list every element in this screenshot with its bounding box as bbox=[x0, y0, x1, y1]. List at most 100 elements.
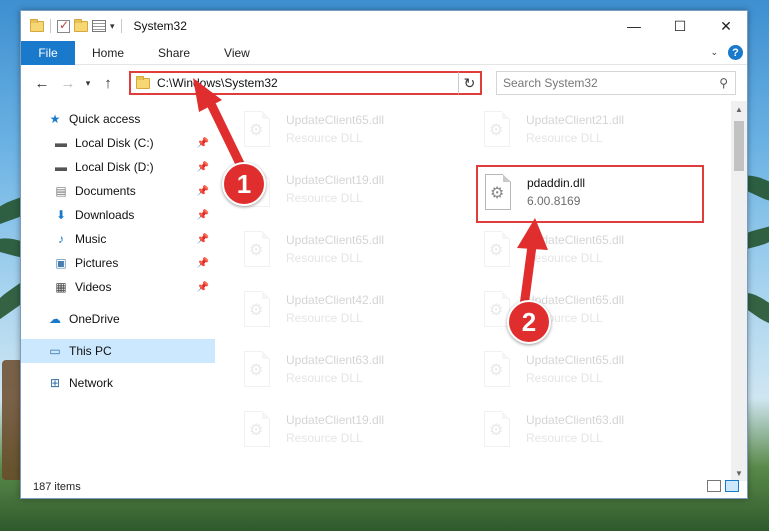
drive-icon: ▬ bbox=[55, 160, 67, 174]
sidebar-item-label: Downloads bbox=[75, 208, 135, 222]
maximize-icon[interactable]: ☐ bbox=[657, 11, 703, 41]
refresh-icon[interactable]: ↻ bbox=[458, 71, 482, 95]
sidebar-item-label: OneDrive bbox=[69, 312, 120, 326]
file-name: UpdateClient19.dll bbox=[286, 413, 385, 427]
address-bar[interactable]: C:\Windows\System32 ⌄ bbox=[129, 71, 480, 95]
file-item[interactable]: ⚙ UpdateClient19.dllResource DLL bbox=[240, 409, 470, 459]
sidebar-item-pictures[interactable]: ▣ Pictures 📌 bbox=[21, 251, 215, 275]
scroll-up-icon[interactable]: ▲ bbox=[731, 101, 747, 117]
sidebar-item-label: Quick access bbox=[69, 112, 141, 126]
close-icon[interactable]: ✕ bbox=[703, 11, 747, 41]
sidebar-item-this-pc[interactable]: ▭ This PC bbox=[21, 339, 215, 363]
sidebar-item-label: This PC bbox=[69, 344, 112, 358]
file-name: UpdateClient65.dll bbox=[526, 233, 625, 247]
pin-icon[interactable]: 📌 bbox=[197, 282, 209, 293]
sidebar-item-onedrive[interactable]: ☁ OneDrive bbox=[21, 307, 215, 331]
file-name: UpdateClient63.dll bbox=[526, 413, 625, 427]
ribbon-tabs: File Home Share View ⌄ ? bbox=[21, 40, 747, 65]
callout-badge-2: 2 bbox=[507, 300, 551, 344]
details-view-icon[interactable] bbox=[707, 480, 721, 492]
tab-home[interactable]: Home bbox=[75, 46, 141, 60]
folder-icon bbox=[30, 18, 44, 32]
window-title: System32 bbox=[133, 19, 187, 33]
vertical-scrollbar[interactable]: ▲ ▼ bbox=[731, 101, 747, 481]
star-icon: ★ bbox=[49, 112, 61, 126]
music-icon: ♪ bbox=[58, 232, 64, 246]
search-input[interactable]: Search System32 ⚲ bbox=[496, 71, 736, 95]
file-description: Resource DLL bbox=[526, 251, 603, 265]
pin-icon[interactable]: 📌 bbox=[197, 258, 209, 269]
file-item[interactable]: ⚙ UpdateClient63.dll Resource DLL bbox=[480, 409, 710, 459]
sidebar-item-quick-access[interactable]: ★ Quick access bbox=[21, 107, 215, 131]
sidebar-item-network[interactable]: ⊞ Network bbox=[21, 371, 215, 395]
search-icon: ⚲ bbox=[719, 76, 728, 90]
file-item[interactable]: ⚙ UpdateClient65.dll Resource DLL bbox=[240, 229, 470, 279]
network-icon: ⊞ bbox=[49, 376, 61, 390]
tiles-view-icon[interactable] bbox=[725, 480, 739, 492]
address-path: C:\Windows\System32 bbox=[157, 76, 278, 90]
title-bar: ▾ System32 — ☐ ✕ bbox=[21, 11, 747, 41]
up-arrow-icon[interactable]: ↑ bbox=[95, 75, 121, 92]
navigation-pane: ★ Quick access ▬ Local Disk (C:) 📌 ▬ Loc… bbox=[21, 107, 215, 469]
tab-view[interactable]: View bbox=[207, 46, 267, 60]
documents-icon: ▤ bbox=[55, 184, 67, 198]
file-description: Resource DLL bbox=[526, 131, 603, 145]
file-description: Resource DLL bbox=[286, 131, 363, 145]
expand-ribbon-icon[interactable]: ⌄ bbox=[710, 47, 718, 58]
tab-file[interactable]: File bbox=[21, 40, 75, 65]
sidebar-item-local-disk-c[interactable]: ▬ Local Disk (C:) 📌 bbox=[21, 131, 215, 155]
pin-icon[interactable]: 📌 bbox=[197, 162, 209, 173]
help-icon[interactable]: ? bbox=[728, 45, 743, 60]
item-count: 187 items bbox=[33, 481, 81, 493]
forward-arrow-icon[interactable]: → bbox=[55, 75, 81, 92]
videos-icon: ▦ bbox=[55, 280, 67, 294]
pin-icon[interactable]: 📌 bbox=[197, 210, 209, 221]
file-item[interactable]: ⚙ UpdateClient42.dll Resource DLL bbox=[240, 289, 470, 339]
file-item[interactable]: ⚙ UpdateClient21.dll Resource DLL bbox=[480, 109, 710, 159]
minimize-icon[interactable]: — bbox=[611, 11, 657, 41]
new-folder-icon[interactable] bbox=[74, 18, 88, 32]
search-placeholder: Search System32 bbox=[503, 76, 598, 90]
dll-file-icon: ⚙ bbox=[240, 229, 274, 271]
view-properties-icon[interactable] bbox=[92, 20, 106, 32]
status-bar: 187 items bbox=[21, 476, 747, 498]
file-item[interactable]: ⚙ UpdateClient19.dllResource DLL bbox=[240, 169, 470, 219]
sidebar-item-local-disk-d[interactable]: ▬ Local Disk (D:) 📌 bbox=[21, 155, 215, 179]
cloud-icon: ☁ bbox=[49, 312, 61, 326]
file-item[interactable]: ⚙ UpdateClient65.dll Resource DLL bbox=[480, 229, 710, 279]
dll-file-icon: ⚙ bbox=[480, 229, 514, 271]
dll-file-icon: ⚙ bbox=[240, 289, 274, 331]
dll-file-icon: ⚙ bbox=[480, 349, 514, 391]
file-item[interactable]: ⚙ UpdateClient65.dll Resource DLL bbox=[480, 349, 710, 399]
drive-icon: ▬ bbox=[55, 136, 67, 150]
pin-icon[interactable]: 📌 bbox=[197, 234, 209, 245]
pin-icon[interactable]: 📌 bbox=[197, 138, 209, 149]
properties-check-icon[interactable] bbox=[57, 18, 70, 33]
recent-locations-chevron-icon[interactable]: ▾ bbox=[81, 78, 95, 89]
pin-icon[interactable]: 📌 bbox=[197, 186, 209, 197]
dll-file-icon: ⚙ bbox=[481, 172, 515, 214]
file-item-pdaddin[interactable]: ⚙ pdaddin.dll 6.00.8169 bbox=[476, 165, 704, 223]
quick-access-toolbar: ▾ bbox=[21, 18, 124, 33]
sidebar-item-music[interactable]: ♪ Music 📌 bbox=[21, 227, 215, 251]
toolbar-separator bbox=[120, 19, 122, 33]
window-controls: — ☐ ✕ bbox=[611, 11, 747, 41]
file-item[interactable]: ⚙ UpdateClient65.dll Resource DLL bbox=[240, 109, 470, 159]
sidebar-item-label: Local Disk (D:) bbox=[75, 160, 154, 174]
file-name: UpdateClient65.dll bbox=[526, 353, 625, 367]
sidebar-item-videos[interactable]: ▦ Videos 📌 bbox=[21, 275, 215, 299]
scroll-thumb[interactable] bbox=[734, 121, 744, 171]
file-description: Resource DLL bbox=[526, 371, 603, 385]
navigation-bar: ← → ▾ ↑ C:\Windows\System32 ⌄ ↻ Search S… bbox=[21, 67, 747, 99]
sidebar-item-label: Network bbox=[69, 376, 114, 390]
tab-share[interactable]: Share bbox=[141, 46, 207, 60]
customize-toolbar-icon[interactable]: ▾ bbox=[110, 21, 115, 32]
back-arrow-icon[interactable]: ← bbox=[29, 75, 55, 92]
file-description: Resource DLL bbox=[526, 431, 603, 445]
sidebar-item-label: Videos bbox=[75, 280, 112, 294]
sidebar-item-downloads[interactable]: ⬇ Downloads 📌 bbox=[21, 203, 215, 227]
file-item[interactable]: ⚙ UpdateClient63.dll Resource DLL bbox=[240, 349, 470, 399]
file-description: Resource DLL bbox=[286, 191, 363, 205]
file-name: UpdateClient63.dll bbox=[286, 353, 385, 367]
sidebar-item-documents[interactable]: ▤ Documents 📌 bbox=[21, 179, 215, 203]
